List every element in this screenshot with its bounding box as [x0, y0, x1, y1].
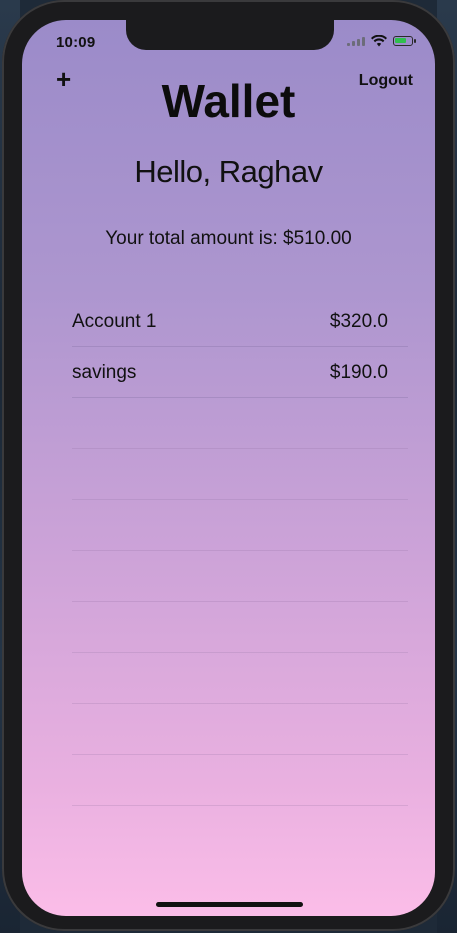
app-screen: 10:09 + Logout Wallet Hello, Raghav Your…: [22, 20, 435, 916]
account-row[interactable]: savings $190.0: [72, 347, 408, 398]
notch: [126, 20, 334, 50]
phone-frame: 10:09 + Logout Wallet Hello, Raghav Your…: [2, 0, 455, 931]
total-amount-text: Your total amount is: $510.00: [105, 228, 352, 249]
battery-charging-icon: [393, 36, 416, 46]
empty-list-row: [72, 398, 408, 449]
empty-list-row: [72, 653, 408, 704]
account-amount: $190.0: [329, 362, 388, 383]
account-list: Account 1 $320.0 savings $190.0: [72, 296, 408, 806]
account-name: Account 1: [72, 311, 157, 332]
wifi-icon: [371, 35, 387, 47]
empty-list-row: [72, 704, 408, 755]
account-amount: $320.0: [329, 311, 388, 332]
empty-list-row: [72, 551, 408, 602]
account-name: savings: [72, 362, 137, 383]
home-indicator[interactable]: [156, 902, 303, 907]
empty-list-row: [72, 449, 408, 500]
empty-list-row: [72, 755, 408, 806]
status-time: 10:09: [56, 34, 96, 51]
battery-level-fill: [395, 38, 406, 43]
empty-list-row: [72, 602, 408, 653]
status-icons: [347, 35, 416, 47]
cellular-signal-icon: [347, 36, 365, 46]
page-title: Wallet: [161, 75, 296, 127]
account-row[interactable]: Account 1 $320.0: [72, 296, 408, 347]
empty-list-row: [72, 500, 408, 551]
greeting-text: Hello, Raghav: [134, 154, 323, 189]
